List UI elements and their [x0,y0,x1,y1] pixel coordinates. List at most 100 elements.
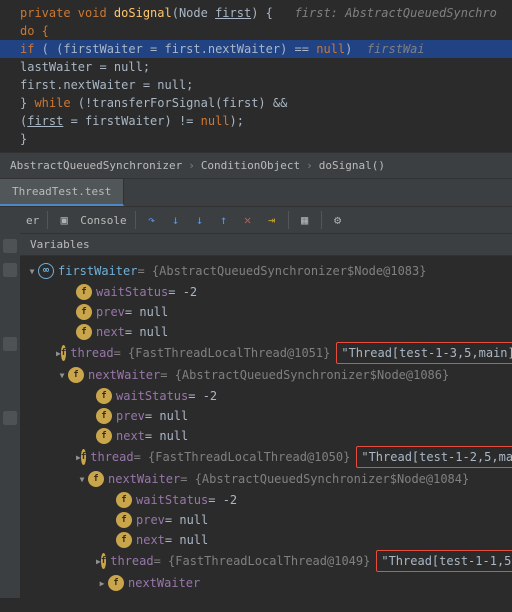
var-string-highlight: "Thread[test-1-1,5,main]" [376,550,512,572]
tool-icon[interactable] [3,337,17,351]
var-nextwaiter[interactable]: f nextWaiter [20,572,512,594]
var-name: next [136,530,165,550]
settings-icon[interactable]: ⚙ [330,212,346,228]
field-icon: f [116,532,132,548]
var-prev[interactable]: f prev = null [20,510,512,530]
expand-icon[interactable] [96,572,108,594]
var-name: prev [116,406,145,426]
field-icon: f [96,388,112,404]
var-prev[interactable]: f prev = null [20,406,512,426]
var-name: waitStatus [116,386,188,406]
field-icon: f [76,324,92,340]
tool-icon[interactable] [3,239,17,253]
code-line: } [0,130,512,148]
separator [321,211,322,229]
var-string-highlight: "Thread[test-1-3,5,main]" [336,342,512,364]
tab-threadtest[interactable]: ThreadTest.test [0,179,124,206]
code-line: private void doSignal(Node first) { firs… [0,4,512,22]
var-name: nextWaiter [88,365,160,385]
left-gutter [0,207,20,598]
var-value: = null [145,426,188,446]
variables-header: Variables [20,234,512,256]
console-icon[interactable]: ▣ [56,212,72,228]
var-string-highlight: "Thread[test-1-2,5,main]" [356,446,512,468]
var-value: = -2 [208,490,237,510]
var-value: = null [125,302,168,322]
field-icon: f [108,575,124,591]
var-nextwaiter[interactable]: f nextWaiter = {AbstractQueuedSynchroniz… [20,468,512,490]
breadcrumb-item[interactable]: doSignal() [319,159,385,172]
evaluate-icon[interactable]: ▦ [297,212,313,228]
var-value: = {AbstractQueuedSynchronizer$Node@1086} [160,365,449,385]
var-value: = -2 [188,386,217,406]
debug-tabs: ThreadTest.test [0,179,512,207]
var-value: = null [145,406,188,426]
field-icon: f [101,553,106,569]
var-name: prev [96,302,125,322]
var-waitstatus[interactable]: f waitStatus = -2 [20,386,512,406]
var-thread[interactable]: f thread = {FastThreadLocalThread@1049} … [20,550,512,572]
drop-frame-icon[interactable]: ✕ [240,212,256,228]
breadcrumb-item[interactable]: AbstractQueuedSynchronizer [10,159,182,172]
field-icon: f [96,428,112,444]
field-icon: f [68,367,84,383]
var-name: thread [90,447,133,467]
field-icon: f [116,492,132,508]
code-line: lastWaiter = null; [0,58,512,76]
separator [288,211,289,229]
tab-er[interactable]: er [26,214,39,227]
var-name: nextWaiter [128,573,200,593]
var-name: firstWaiter [58,261,137,281]
console-tab[interactable]: Console [80,214,126,227]
debug-toolbar: er ▣ Console ↷ ↓ ↓ ↑ ✕ ⇥ ▦ ⚙ [20,207,512,234]
code-line-highlighted: if ( (firstWaiter = first.nextWaiter) ==… [0,40,512,58]
code-line: (first = firstWaiter) != null); [0,112,512,130]
var-prev[interactable]: f prev = null [20,302,512,322]
var-waitstatus[interactable]: f waitStatus = -2 [20,282,512,302]
field-icon: f [61,345,66,361]
code-line: first.nextWaiter = null; [0,76,512,94]
chevron-right-icon: › [306,159,313,172]
code-line: do { [0,22,512,40]
var-thread[interactable]: f thread = {FastThreadLocalThread@1051} … [20,342,512,364]
expand-icon[interactable] [56,364,68,386]
step-out-icon[interactable]: ↑ [216,212,232,228]
var-value: = {FastThreadLocalThread@1050} [134,447,351,467]
var-name: prev [136,510,165,530]
run-to-cursor-icon[interactable]: ⇥ [264,212,280,228]
chevron-right-icon: › [188,159,195,172]
var-value: = -2 [168,282,197,302]
field-icon: f [116,512,132,528]
var-thread[interactable]: f thread = {FastThreadLocalThread@1050} … [20,446,512,468]
breadcrumb-item[interactable]: ConditionObject [201,159,300,172]
var-nextwaiter[interactable]: f nextWaiter = {AbstractQueuedSynchroniz… [20,364,512,386]
breadcrumb: AbstractQueuedSynchronizer › ConditionOb… [0,152,512,179]
var-value: = {FastThreadLocalThread@1051} [114,343,331,363]
field-icon: f [96,408,112,424]
var-value: = {AbstractQueuedSynchronizer$Node@1084} [180,469,469,489]
var-next[interactable]: f next = null [20,322,512,342]
force-step-into-icon[interactable]: ↓ [192,212,208,228]
var-name: waitStatus [96,282,168,302]
var-name: thread [110,551,153,571]
var-next[interactable]: f next = null [20,530,512,550]
var-name: next [116,426,145,446]
step-over-icon[interactable]: ↷ [144,212,160,228]
tool-icon[interactable] [3,263,17,277]
expand-icon[interactable] [76,468,88,490]
var-waitstatus[interactable]: f waitStatus = -2 [20,490,512,510]
var-firstwaiter[interactable]: ∞ firstWaiter = {AbstractQueuedSynchroni… [20,260,512,282]
var-next[interactable]: f next = null [20,426,512,446]
field-icon: f [76,284,92,300]
tool-icon[interactable] [3,411,17,425]
var-value: = null [165,510,208,530]
var-value: = {AbstractQueuedSynchronizer$Node@1083} [137,261,426,281]
var-name: next [96,322,125,342]
expand-icon[interactable] [26,260,38,282]
step-into-icon[interactable]: ↓ [168,212,184,228]
object-icon: ∞ [38,263,54,279]
code-editor: private void doSignal(Node first) { firs… [0,0,512,152]
field-icon: f [81,449,86,465]
code-line: } while (!transferForSignal(first) && [0,94,512,112]
separator [135,211,136,229]
